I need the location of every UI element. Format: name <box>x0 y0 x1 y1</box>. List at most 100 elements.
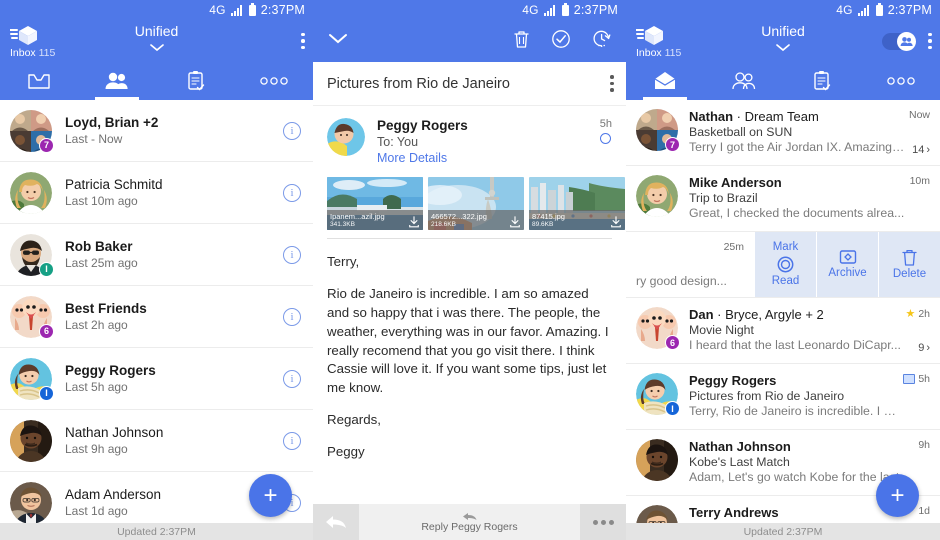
trash-icon <box>902 249 917 266</box>
detail-toolbar <box>313 20 626 62</box>
info-icon[interactable]: i <box>283 307 301 326</box>
chevron-down-icon-1[interactable] <box>149 39 165 57</box>
people-toggle-switch[interactable] <box>882 31 916 51</box>
email-body: Terry, Rio de Janeiro is incredible. I am… <box>313 239 626 462</box>
unread-circle-icon[interactable] <box>600 133 612 144</box>
avatar[interactable] <box>10 419 52 462</box>
mail-from-line: Nathan · Dream Team <box>689 109 905 124</box>
tab-people-3[interactable] <box>705 62 784 100</box>
avatar[interactable]: 6 <box>10 295 54 339</box>
reply-button[interactable] <box>313 504 359 540</box>
tab-tasks-3[interactable] <box>783 62 862 100</box>
mail-group-sep: · <box>713 307 726 322</box>
contact-row[interactable]: Nathan Johnson Last 9h ago i <box>0 410 313 472</box>
download-icon[interactable] <box>610 216 622 228</box>
swipe-action-read[interactable]: Mark Read <box>754 232 816 297</box>
contact-name: Loyd, Brian +2 <box>65 115 159 130</box>
more-options-button[interactable] <box>580 504 626 540</box>
clipboard-check-icon <box>187 71 204 91</box>
info-icon[interactable]: i <box>283 369 301 388</box>
app-bar-1: Inbox 115 Unified <box>0 20 313 100</box>
avatar[interactable]: 7 <box>636 109 680 152</box>
contact-row[interactable]: Patricia Schmitd Last 10m ago i <box>0 162 313 224</box>
mail-sender: Dan <box>689 307 714 322</box>
mail-row-swiped[interactable]: 25m ry good design... Mark Read Archive Delet… <box>626 232 940 298</box>
mail-text: Peggy Rogers Pictures from Rio de Janeiro… <box>689 373 899 420</box>
contact-text: Nathan Johnson Last 9h ago <box>65 425 277 456</box>
avatar[interactable] <box>10 171 52 214</box>
battery-icon <box>248 2 256 16</box>
mail-badge: 7 <box>665 137 680 152</box>
tab-more-1[interactable] <box>235 62 313 100</box>
chevron-down-icon-3[interactable] <box>775 39 791 57</box>
download-icon[interactable] <box>408 216 420 228</box>
network-label-2: 4G <box>522 3 539 17</box>
mail-right: 10m <box>906 175 930 222</box>
swiped-row-content: 25m ry good design... <box>626 232 754 297</box>
kebab-menu-icon-1[interactable] <box>299 31 305 52</box>
contact-badge: I <box>39 261 54 277</box>
clock-snooze-icon[interactable] <box>592 29 612 54</box>
star-icon[interactable]: ★ <box>905 307 915 320</box>
contact-name: Adam Anderson <box>65 487 162 502</box>
sender-avatar[interactable] <box>327 118 365 156</box>
avatar[interactable]: I <box>636 373 680 416</box>
compose-fab-1[interactable]: + <box>249 474 292 517</box>
avatar[interactable] <box>636 439 678 481</box>
avatar[interactable] <box>636 175 678 217</box>
attachment-thumbnail[interactable]: Ipanem...azil.jpg 341.3KB <box>327 177 423 230</box>
collapse-chevron-down-icon[interactable] <box>327 32 349 50</box>
contact-text: Peggy Rogers Last 5h ago <box>65 363 277 394</box>
open-envelope-icon <box>654 72 676 89</box>
battery-icon-3 <box>875 2 883 16</box>
contact-row[interactable]: 6 Best Friends Last 2h ago i <box>0 286 313 348</box>
avatar[interactable]: I <box>10 233 54 277</box>
avatar[interactable] <box>10 481 52 524</box>
swipe-action-delete[interactable]: Delete <box>878 232 940 297</box>
mail-row[interactable]: I Peggy Rogers Pictures from Rio de Janeir… <box>626 364 940 430</box>
trash-icon[interactable] <box>513 29 530 54</box>
email-subject: Pictures from Rio de Janeiro <box>327 75 510 92</box>
reply-center[interactable]: Reply Peggy Rogers <box>359 512 580 533</box>
account-title-3[interactable]: Unified <box>761 23 805 39</box>
info-icon[interactable]: i <box>283 121 301 140</box>
inbox-brand-3[interactable]: Inbox 115 <box>635 24 716 59</box>
tab-more-3[interactable] <box>862 62 940 100</box>
inbox-brand-1[interactable]: Inbox 115 <box>9 24 90 59</box>
attachment-thumbnail[interactable]: 466572...322.jpg 218.6KB <box>428 177 524 230</box>
tab-bar-1 <box>0 62 313 100</box>
avatar[interactable]: I <box>10 357 54 401</box>
account-title-1[interactable]: Unified <box>135 23 179 39</box>
info-icon[interactable]: i <box>283 431 301 450</box>
contact-row[interactable]: I Peggy Rogers Last 5h ago i <box>0 348 313 410</box>
attachment-thumbnail[interactable]: 87415.jpg 89.6KB <box>529 177 625 230</box>
kebab-menu-icon-2[interactable] <box>608 73 614 94</box>
status-bar-3: 4G 2:37PM <box>626 0 940 20</box>
avatar[interactable]: 7 <box>10 109 54 153</box>
tab-tasks-1[interactable] <box>157 62 235 100</box>
attachment-meta: 87415.jpg 89.6KB <box>529 210 625 230</box>
more-details-link[interactable]: More Details <box>377 151 600 165</box>
contact-row[interactable]: 7 Loyd, Brian +2 Last - Now i <box>0 100 313 162</box>
mail-row[interactable]: 6 Dan · Bryce, Argyle + 2 Movie Night I hea… <box>626 298 940 364</box>
tab-mail-3[interactable] <box>626 62 705 100</box>
avatar[interactable]: 6 <box>636 307 680 350</box>
info-icon[interactable]: i <box>283 245 301 264</box>
contact-row[interactable]: I Rob Baker Last 25m ago i <box>0 224 313 286</box>
kebab-menu-icon-3[interactable] <box>926 31 932 52</box>
tab-people-1[interactable] <box>78 62 156 100</box>
compose-fab-3[interactable]: + <box>876 474 919 517</box>
check-circle-icon[interactable] <box>551 29 571 54</box>
tab-mail-1[interactable] <box>0 62 78 100</box>
mail-row[interactable]: 7 Nathan · Dream Team Basketball on SUN Ter… <box>626 100 940 166</box>
swipe-action-label: Delete <box>892 267 927 280</box>
download-icon[interactable] <box>509 216 521 228</box>
chevron-right-icon: › <box>926 342 930 354</box>
swipe-action-archive[interactable]: Archive <box>816 232 878 297</box>
info-icon[interactable]: i <box>283 183 301 202</box>
attachment-name: 87415.jpg <box>532 212 565 221</box>
inbox-tray-icon <box>28 74 50 89</box>
mail-row[interactable]: Mike Anderson Trip to Brazil Great, I chec… <box>626 166 940 232</box>
mail-thread-count[interactable]: 9 › <box>918 342 930 354</box>
mail-thread-count[interactable]: 14 › <box>912 144 930 156</box>
